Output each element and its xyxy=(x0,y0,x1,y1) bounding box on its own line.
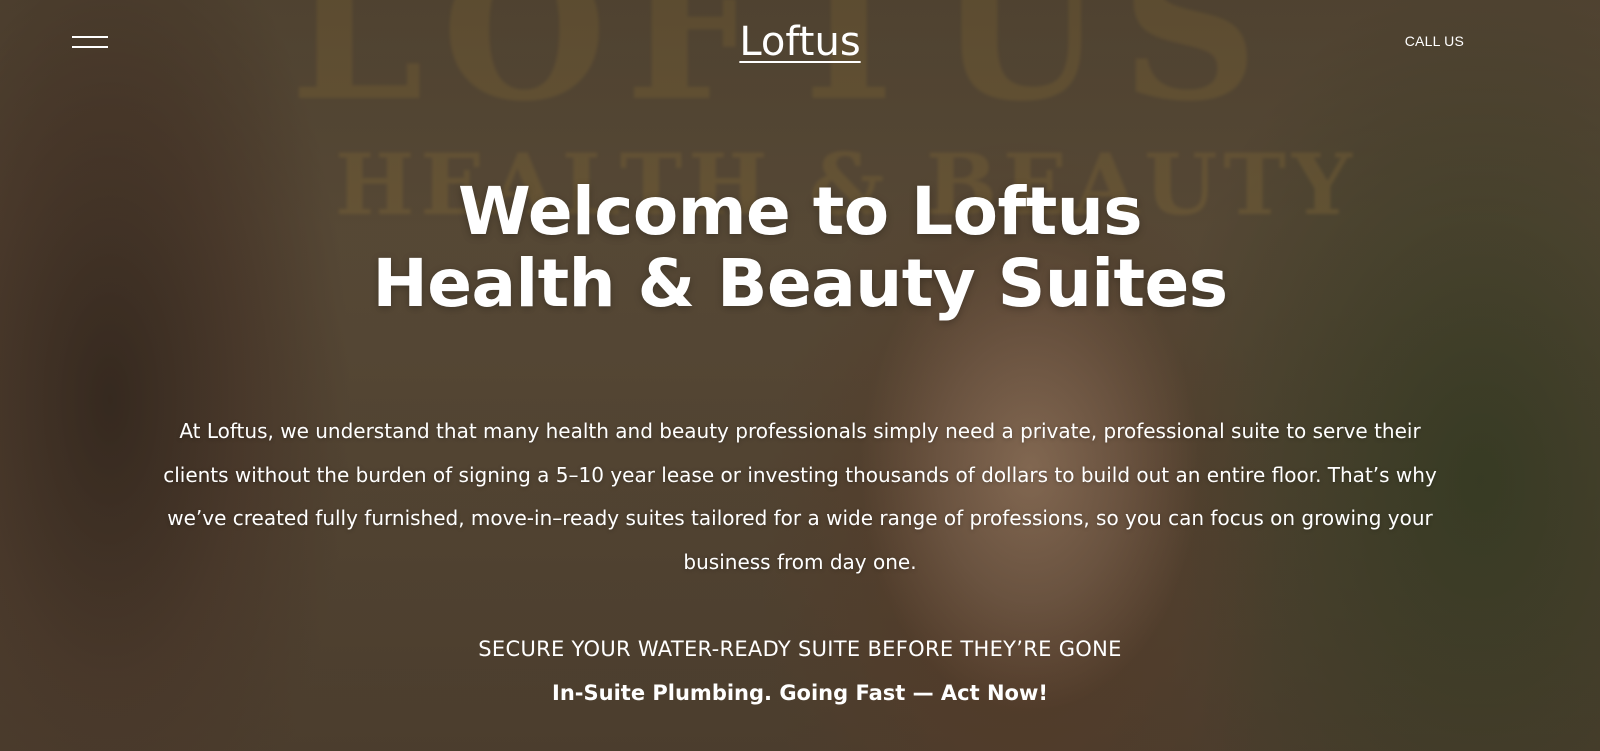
hero-section: LOFTUS HEALTH & BEAUTY Loftus CALL US We… xyxy=(0,0,1600,751)
site-logo: Loftus xyxy=(0,14,1600,70)
cta-heading: SECURE YOUR WATER-READY SUITE BEFORE THE… xyxy=(478,637,1122,661)
intro-paragraph: At Loftus, we understand that many healt… xyxy=(163,419,1437,574)
page-title-line-2: Health & Beauty Suites xyxy=(372,245,1228,322)
hamburger-menu-icon[interactable] xyxy=(72,34,110,50)
call-us-link[interactable]: CALL US xyxy=(1405,33,1464,49)
menu-line xyxy=(72,36,108,38)
cta-subheading: In-Suite Plumbing. Going Fast — Act Now! xyxy=(552,681,1048,705)
page-title-line-1: Welcome to Loftus xyxy=(457,173,1143,250)
page-title: Welcome to Loftus Health & Beauty Suites xyxy=(0,176,1600,320)
site-header: Loftus CALL US xyxy=(0,0,1600,84)
logo-link[interactable]: Loftus xyxy=(739,19,860,65)
menu-line xyxy=(72,46,108,48)
